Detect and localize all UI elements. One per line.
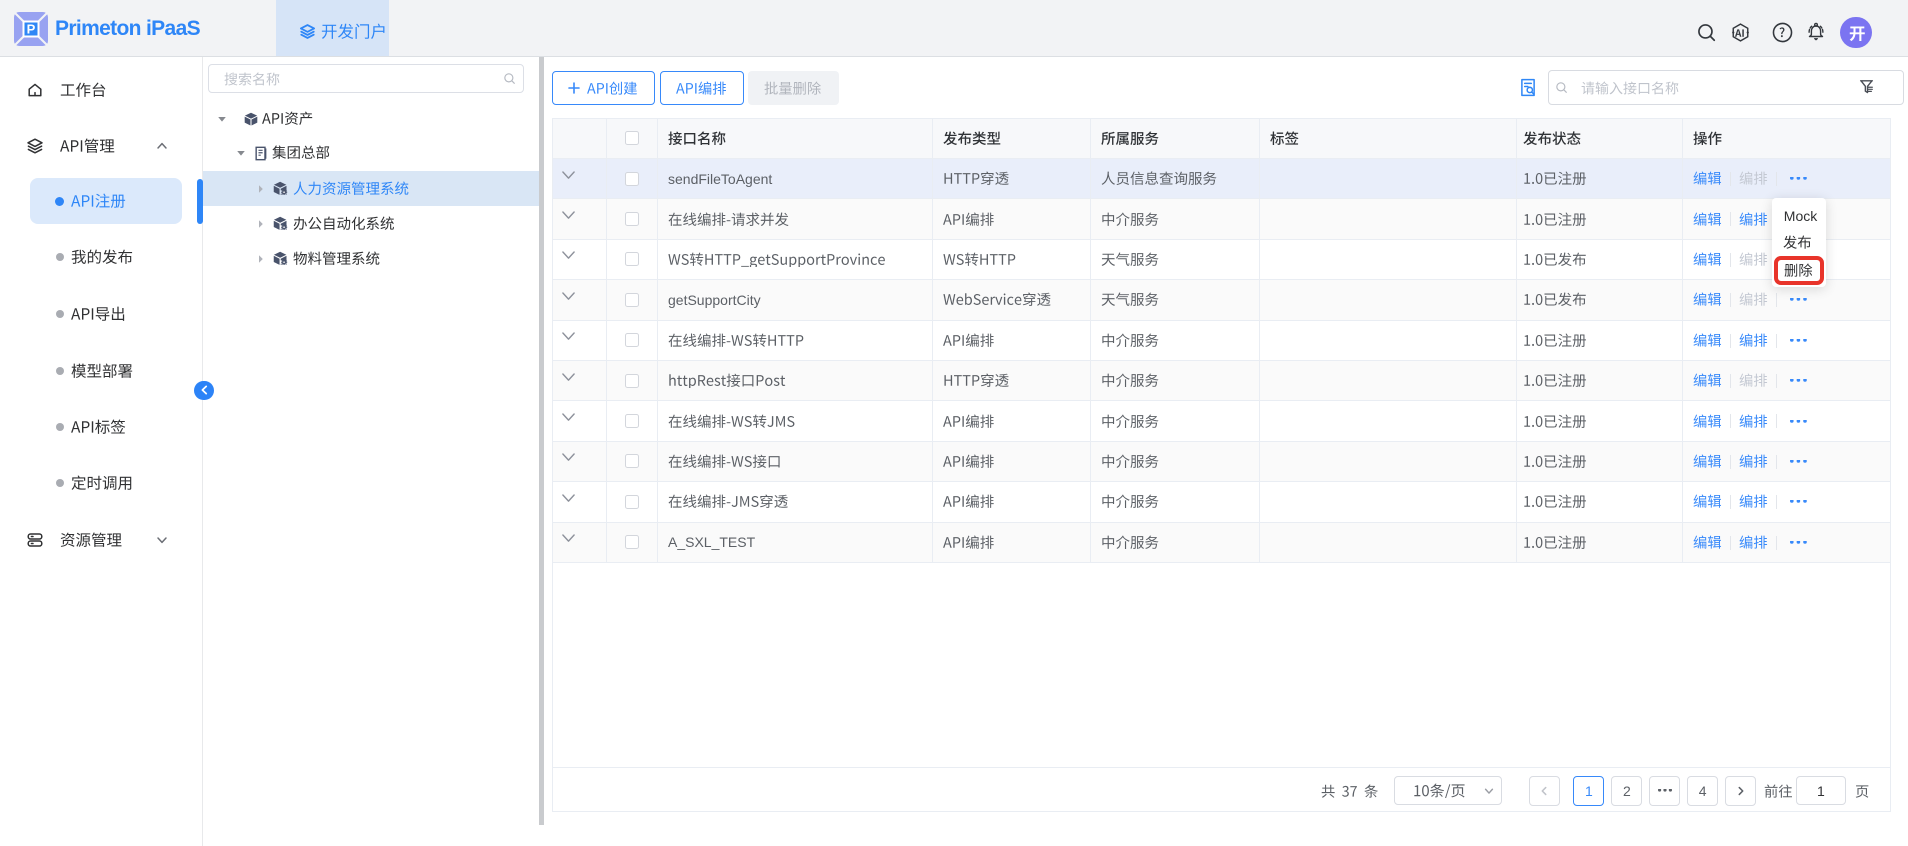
svg-text:P: P <box>26 21 35 36</box>
